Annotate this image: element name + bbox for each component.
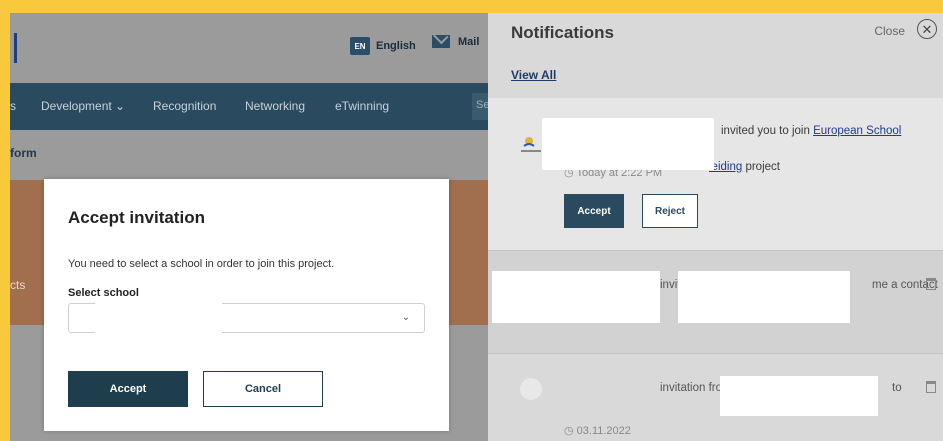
dialog-message: You need to select a school in order to … [68, 258, 335, 270]
mail-label: Mail [458, 35, 480, 48]
notification-time-value: 03.11.2022 [576, 425, 631, 437]
language-label: English [376, 40, 416, 52]
avatar [520, 378, 542, 400]
language-icon: EN [350, 37, 370, 55]
select-school-label: Select school [68, 287, 139, 299]
notification-item: invited you to join European School Educ… [488, 98, 943, 250]
etwinning-logo-icon [518, 132, 544, 158]
notification-suffix: project [745, 161, 780, 173]
redacted-block [492, 271, 660, 323]
accept-button[interactable]: Accept [68, 371, 188, 407]
nav-item-etwinning[interactable]: eTwinning [335, 99, 389, 113]
notifications-panel: Notifications Close ✕ View All invited y… [488, 13, 943, 441]
mail-link[interactable]: Mail [432, 35, 479, 48]
chevron-down-icon: ⌄ [401, 312, 410, 323]
notification-item: invit me a contact [488, 251, 943, 353]
sub-header [10, 130, 488, 180]
main-nav: s Development ⌄ Recognition Networking e… [10, 83, 502, 130]
close-label[interactable]: Close [874, 24, 905, 38]
close-icon[interactable]: ✕ [917, 19, 937, 39]
redacted-block [542, 118, 714, 170]
notifications-title: Notifications [511, 23, 614, 42]
notification-text: invitation fro [660, 382, 723, 394]
language-selector[interactable]: EN English [350, 37, 416, 55]
page-title-fragment: form [10, 146, 37, 160]
trash-icon[interactable] [926, 278, 936, 290]
redacted-block [678, 271, 850, 323]
notification-message: invited you to join [721, 125, 810, 137]
site-logo [14, 33, 17, 63]
redacted-block [95, 303, 222, 333]
notification-item: invitation fro to ◷ 03.11.2022 [488, 354, 943, 441]
notification-accept-button[interactable]: Accept [564, 194, 624, 228]
hero-text-fragment: cts [10, 278, 26, 292]
accept-invitation-dialog: Accept invitation You need to select a s… [44, 179, 449, 431]
nav-item-recognition[interactable]: Recognition [153, 99, 216, 113]
nav-item-development[interactable]: Development ⌄ [41, 99, 125, 113]
cancel-button[interactable]: Cancel [203, 371, 323, 407]
app-frame: EN English Mail s Development ⌄ Recognit… [10, 13, 943, 441]
trash-icon[interactable] [926, 381, 936, 393]
redacted-block [720, 376, 878, 416]
view-all-link[interactable]: View All [511, 68, 556, 82]
mail-icon [432, 35, 450, 48]
notification-text-end: to [892, 382, 902, 394]
notification-time: ◷ 03.11.2022 [564, 425, 631, 437]
site-header: EN English Mail [10, 13, 488, 83]
dialog-title: Accept invitation [68, 208, 205, 227]
notification-reject-button[interactable]: Reject [642, 194, 698, 228]
nav-item-networking[interactable]: Networking [245, 99, 305, 113]
nav-item-partial[interactable]: s [10, 99, 16, 113]
